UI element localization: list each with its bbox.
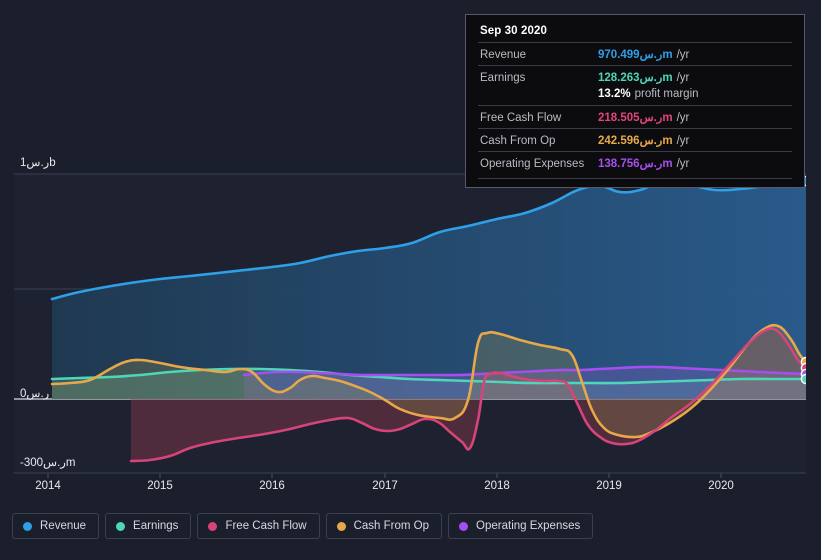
legend-color-dot-icon <box>459 521 469 531</box>
x-axis-tick-2020: 2020 <box>708 480 734 492</box>
y-axis-label-bottom: -300ر.سm <box>20 457 76 469</box>
chart-legend[interactable]: Revenue Earnings Free Cash Flow Cash From O… <box>12 513 594 539</box>
tooltip-row: Revenue 970.499ر.سm/yr <box>478 42 792 65</box>
legend-item-cash-from-op[interactable]: Cash From Op <box>325 513 443 539</box>
right-margin-mask <box>806 0 821 505</box>
data-tooltip: Sep 30 2020 Revenue 970.499ر.سm/yr Earning… <box>465 14 805 188</box>
legend-color-dot-icon <box>208 521 218 531</box>
tooltip-profit-margin-row: 13.2% profit margin <box>478 88 792 105</box>
legend-item-label: Operating Expenses <box>476 520 581 532</box>
tooltip-profit-margin-value: 13.2% <box>598 88 631 100</box>
legend-item-label: Cash From Op <box>353 520 430 532</box>
tooltip-row: Earnings 128.263ر.سm/yr <box>478 65 792 88</box>
tooltip-row-unit: /yr <box>676 72 690 84</box>
y-axis-label-top: 1ر.سb <box>20 157 56 169</box>
x-axis-tick-2015: 2015 <box>147 480 173 492</box>
legend-item-label: Earnings <box>133 520 179 532</box>
legend-color-dot-icon <box>23 521 32 531</box>
legend-color-dot-icon <box>116 521 126 531</box>
x-axis-tick-2014: 2014 <box>35 480 61 492</box>
tooltip-row-label: Operating Expenses <box>480 158 585 170</box>
legend-item-revenue[interactable]: Revenue <box>12 513 100 539</box>
x-axis-tick-2019: 2019 <box>596 480 622 492</box>
x-axis-tick-2016: 2016 <box>259 480 285 492</box>
tooltip-rows: Revenue 970.499ر.سm/yr Earnings 128.263ر.سm… <box>478 42 792 174</box>
tooltip-row-label: Earnings <box>480 72 526 84</box>
tooltip-row-value: 242.596ر.سm <box>598 135 673 147</box>
tooltip-row-value: 218.505ر.سm <box>598 112 673 124</box>
tooltip-profit-margin-label: profit margin <box>634 88 699 100</box>
tooltip-row-value: 970.499ر.سm <box>598 49 673 61</box>
tooltip-row-label: Revenue <box>480 49 527 61</box>
legend-color-dot-icon <box>336 521 346 531</box>
tooltip-row-label: Cash From Op <box>480 135 556 147</box>
tooltip-row: Operating Expenses 138.756ر.سm/yr <box>478 151 792 174</box>
legend-item-label: Free Cash Flow <box>225 520 307 532</box>
tooltip-row-unit: /yr <box>676 135 690 147</box>
tooltip-row-value: 128.263ر.سm <box>598 72 673 84</box>
legend-item-label: Revenue <box>40 520 87 532</box>
tooltip-row-value: 138.756ر.سm <box>598 158 673 170</box>
tooltip-row-unit: /yr <box>676 112 690 124</box>
financial-chart-page: 1ر.سb 0ر.س -300ر.سm 2014 2015 2016 2017 2018… <box>0 0 821 560</box>
tooltip-row-unit: /yr <box>676 158 690 170</box>
y-axis-label-zero: 0ر.س <box>20 388 50 400</box>
left-margin-mask <box>0 0 14 505</box>
x-axis: 2014 2015 2016 2017 2018 2019 2020 <box>0 480 821 498</box>
legend-item-earnings[interactable]: Earnings <box>105 513 192 539</box>
legend-item-operating-expenses[interactable]: Operating Expenses <box>448 513 594 539</box>
tooltip-row: Cash From Op 242.596ر.سm/yr <box>478 128 792 151</box>
tooltip-row-unit: /yr <box>676 49 690 61</box>
tooltip-bottom-divider <box>478 178 792 179</box>
x-axis-tick-2017: 2017 <box>372 480 398 492</box>
tooltip-row: Free Cash Flow 218.505ر.سm/yr <box>478 105 792 128</box>
legend-item-free-cash-flow[interactable]: Free Cash Flow <box>197 513 320 539</box>
x-axis-tick-2018: 2018 <box>484 480 510 492</box>
tooltip-date: Sep 30 2020 <box>480 25 547 37</box>
tooltip-row-label: Free Cash Flow <box>480 112 562 124</box>
